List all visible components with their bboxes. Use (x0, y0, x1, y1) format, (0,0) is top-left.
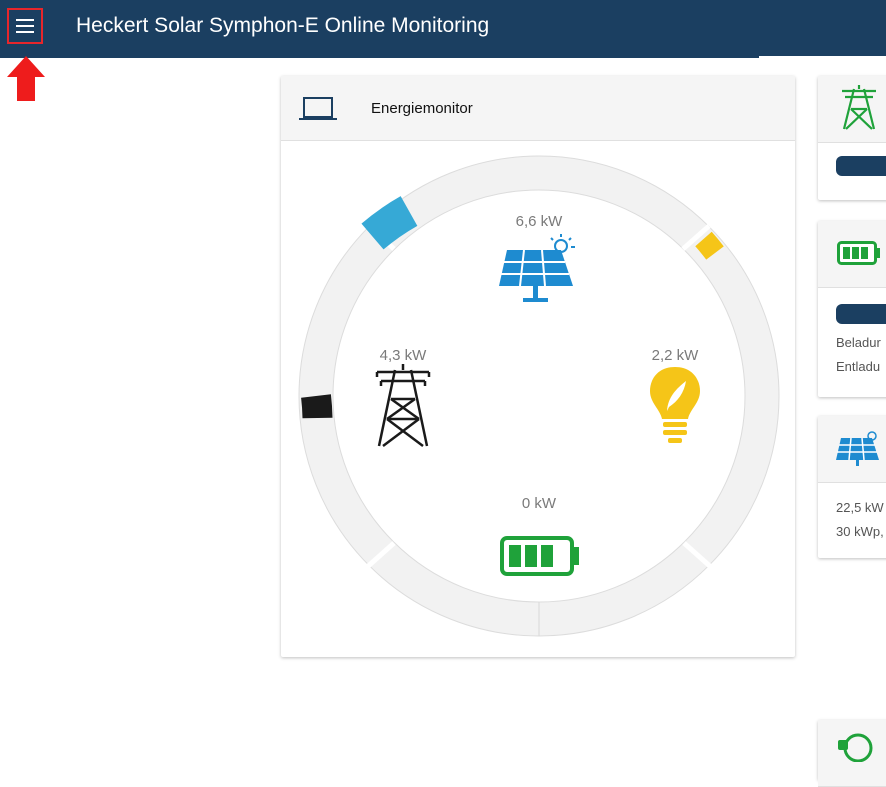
energy-flow-diagram: 6,6 kW 4,3 kW 2,2 kW 0 kW (298, 155, 780, 637)
battery-value: 0 kW (522, 495, 557, 512)
battery-discharge-label: Entladu (836, 359, 881, 374)
app-title: Heckert Solar Symphon-E Online Monitorin… (76, 14, 490, 37)
red-arrow-annotation-icon (7, 56, 45, 101)
solar-panel-icon-small (836, 431, 879, 466)
ev-charger-icon (838, 733, 873, 762)
battery-icon-small (837, 241, 880, 265)
hamburger-menu-icon (16, 19, 34, 21)
lightbulb-leaf-icon (650, 367, 700, 443)
grid-status-bar (836, 156, 886, 176)
grid-value: 4,3 kW (380, 347, 428, 364)
consumption-value: 2,2 kW (652, 347, 700, 364)
ring-consumption-segment (695, 231, 724, 260)
bottom-card (818, 720, 886, 787)
energy-monitor-card: Energiemonitor 6,6 kW 4,3 kW 2,2 kW 0 kW (281, 76, 795, 657)
ring-solar-segment (361, 196, 418, 250)
pv-card: 22,5 kW 30 kWp, (818, 416, 886, 558)
battery-icon (500, 536, 579, 576)
ring-grid-segment (301, 394, 333, 419)
grid-card (818, 76, 886, 200)
topbar-underline (759, 56, 886, 59)
battery-status-bar (836, 304, 886, 324)
pv-peak-value: 30 kWp, (836, 524, 884, 539)
power-grid-tower-icon (375, 364, 431, 447)
battery-card: Beladur Entladu (818, 221, 886, 397)
menu-button[interactable] (7, 8, 43, 44)
solar-panel-icon (499, 234, 575, 302)
top-app-bar: Heckert Solar Symphon-E Online Monitorin… (0, 0, 886, 59)
power-grid-tower-icon-green (842, 85, 876, 130)
pv-power-value: 22,5 kW (836, 500, 884, 515)
battery-charge-label: Beladur (836, 335, 881, 350)
solar-value: 6,6 kW (516, 213, 564, 230)
